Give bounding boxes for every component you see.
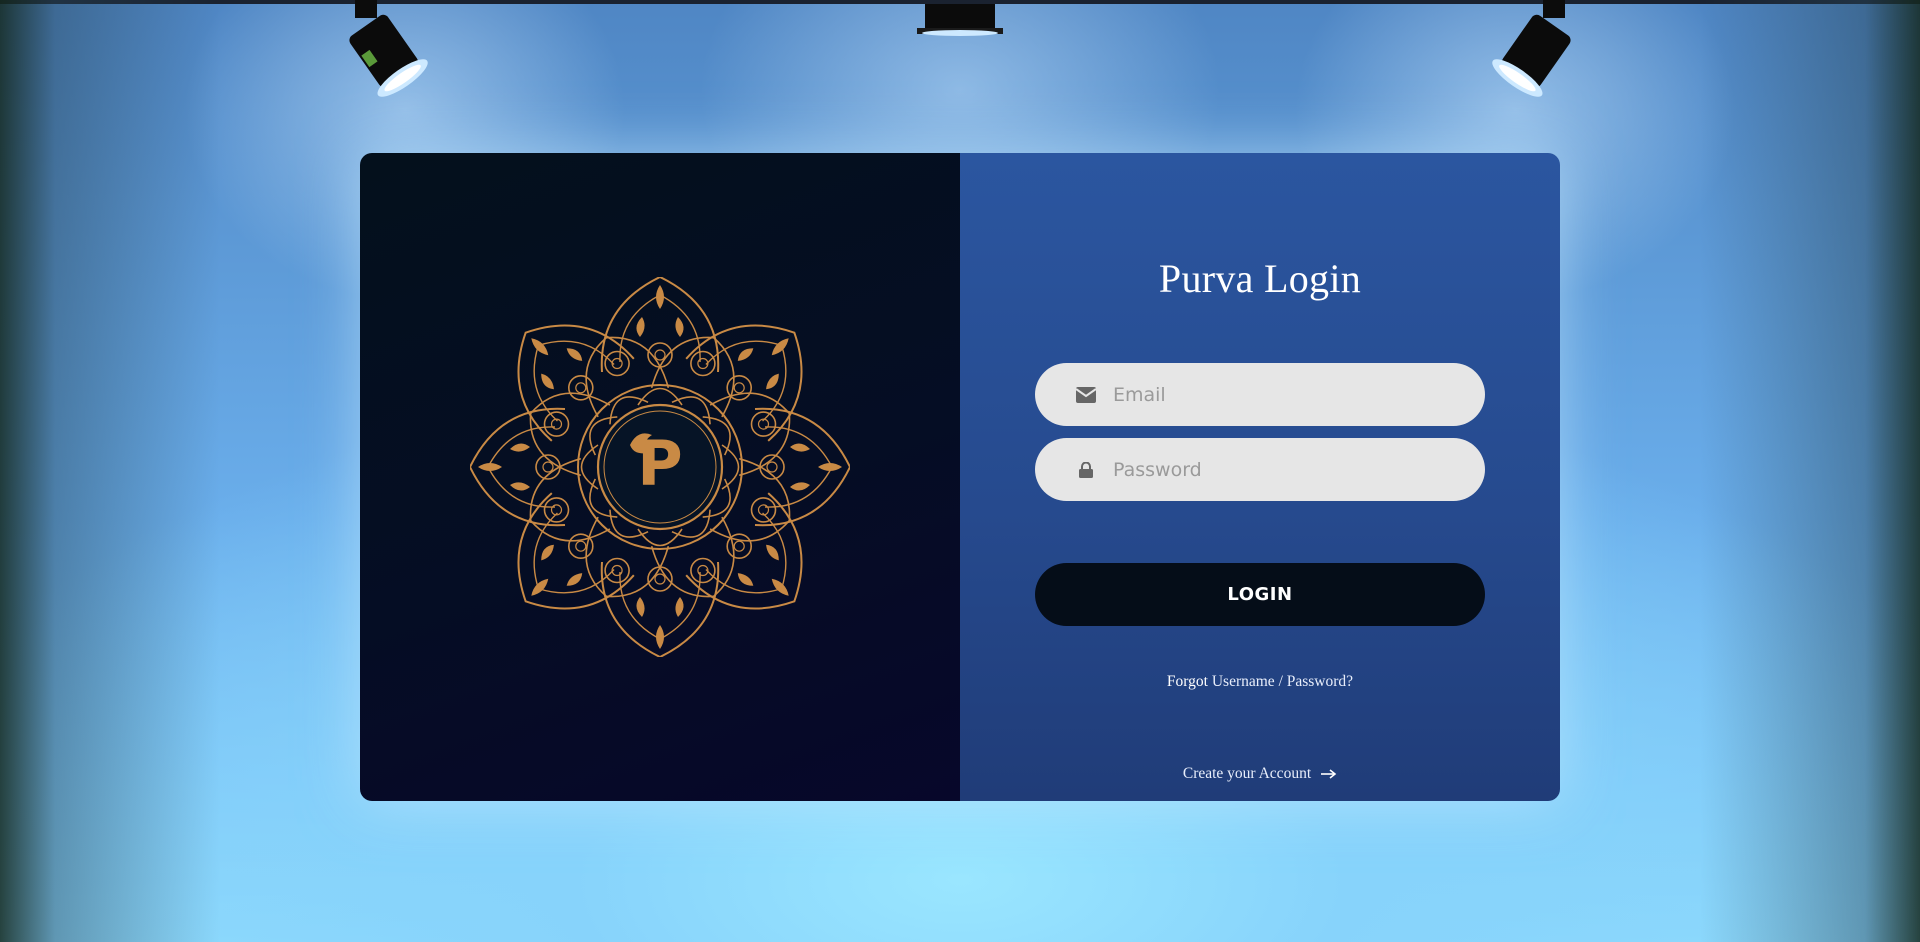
create-account: Create your Account xyxy=(960,765,1560,783)
spotlight-right-icon xyxy=(1492,0,1571,97)
page-title: Purva Login xyxy=(1158,256,1362,301)
mandala-logo-icon: P xyxy=(468,275,852,659)
login-card: P Purva Login LOGIN For xyxy=(360,153,1560,801)
login-button[interactable]: LOGIN xyxy=(1035,563,1485,626)
mandala-logo: P xyxy=(468,275,852,659)
email-input[interactable] xyxy=(1111,373,1455,416)
email-field[interactable] xyxy=(1035,363,1485,426)
arrow-right-icon xyxy=(1321,769,1337,779)
left-edge-shade xyxy=(0,0,220,942)
spotlight-center-icon xyxy=(917,4,1003,36)
password-field[interactable] xyxy=(1035,438,1485,501)
right-edge-shade xyxy=(1700,0,1920,942)
password-input[interactable] xyxy=(1111,448,1455,491)
envelope-icon xyxy=(1075,384,1097,406)
login-panel: Purva Login LOGIN Forgot Username xyxy=(960,153,1560,801)
forgot-label: Forgot xyxy=(1166,673,1208,690)
forgot-credentials: Forgot Username / Password? xyxy=(960,673,1560,691)
forgot-link[interactable]: Username / Password? xyxy=(1212,673,1353,690)
spotlight-left-icon xyxy=(349,0,428,97)
create-account-label: Create your Account xyxy=(1182,765,1312,782)
lock-icon xyxy=(1075,459,1097,481)
create-account-link[interactable]: Create your Account xyxy=(1183,765,1337,783)
brand-panel: P xyxy=(360,153,960,801)
